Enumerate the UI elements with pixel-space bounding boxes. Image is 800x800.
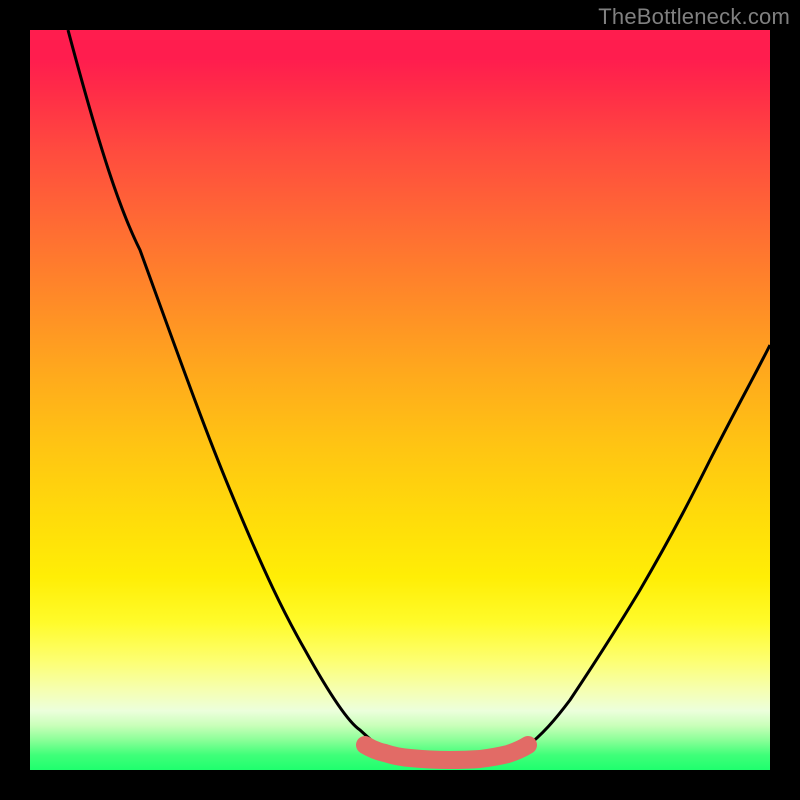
chart-frame: TheBottleneck.com xyxy=(0,0,800,800)
watermark-text: TheBottleneck.com xyxy=(598,4,790,30)
black-curve xyxy=(68,30,770,755)
plot-area xyxy=(30,30,770,770)
curve-layer xyxy=(30,30,770,770)
red-plateau xyxy=(365,745,528,760)
